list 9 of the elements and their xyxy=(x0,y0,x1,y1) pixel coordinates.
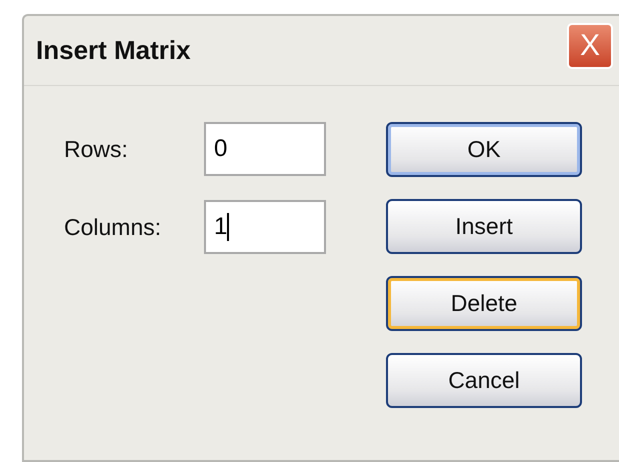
dialog-button[interactable]: Insert xyxy=(386,199,582,254)
field-label: Columns: xyxy=(64,212,162,242)
field-label: Rows: xyxy=(64,134,129,164)
dialog-button[interactable]: OK xyxy=(386,122,582,177)
input-field[interactable]: 0 xyxy=(204,122,326,176)
dialog-button[interactable]: Cancel xyxy=(386,353,582,408)
window-title: Insert Matrix xyxy=(36,34,191,67)
dialog-button[interactable]: Delete xyxy=(386,276,582,331)
input-field[interactable]: 1 xyxy=(204,200,326,254)
